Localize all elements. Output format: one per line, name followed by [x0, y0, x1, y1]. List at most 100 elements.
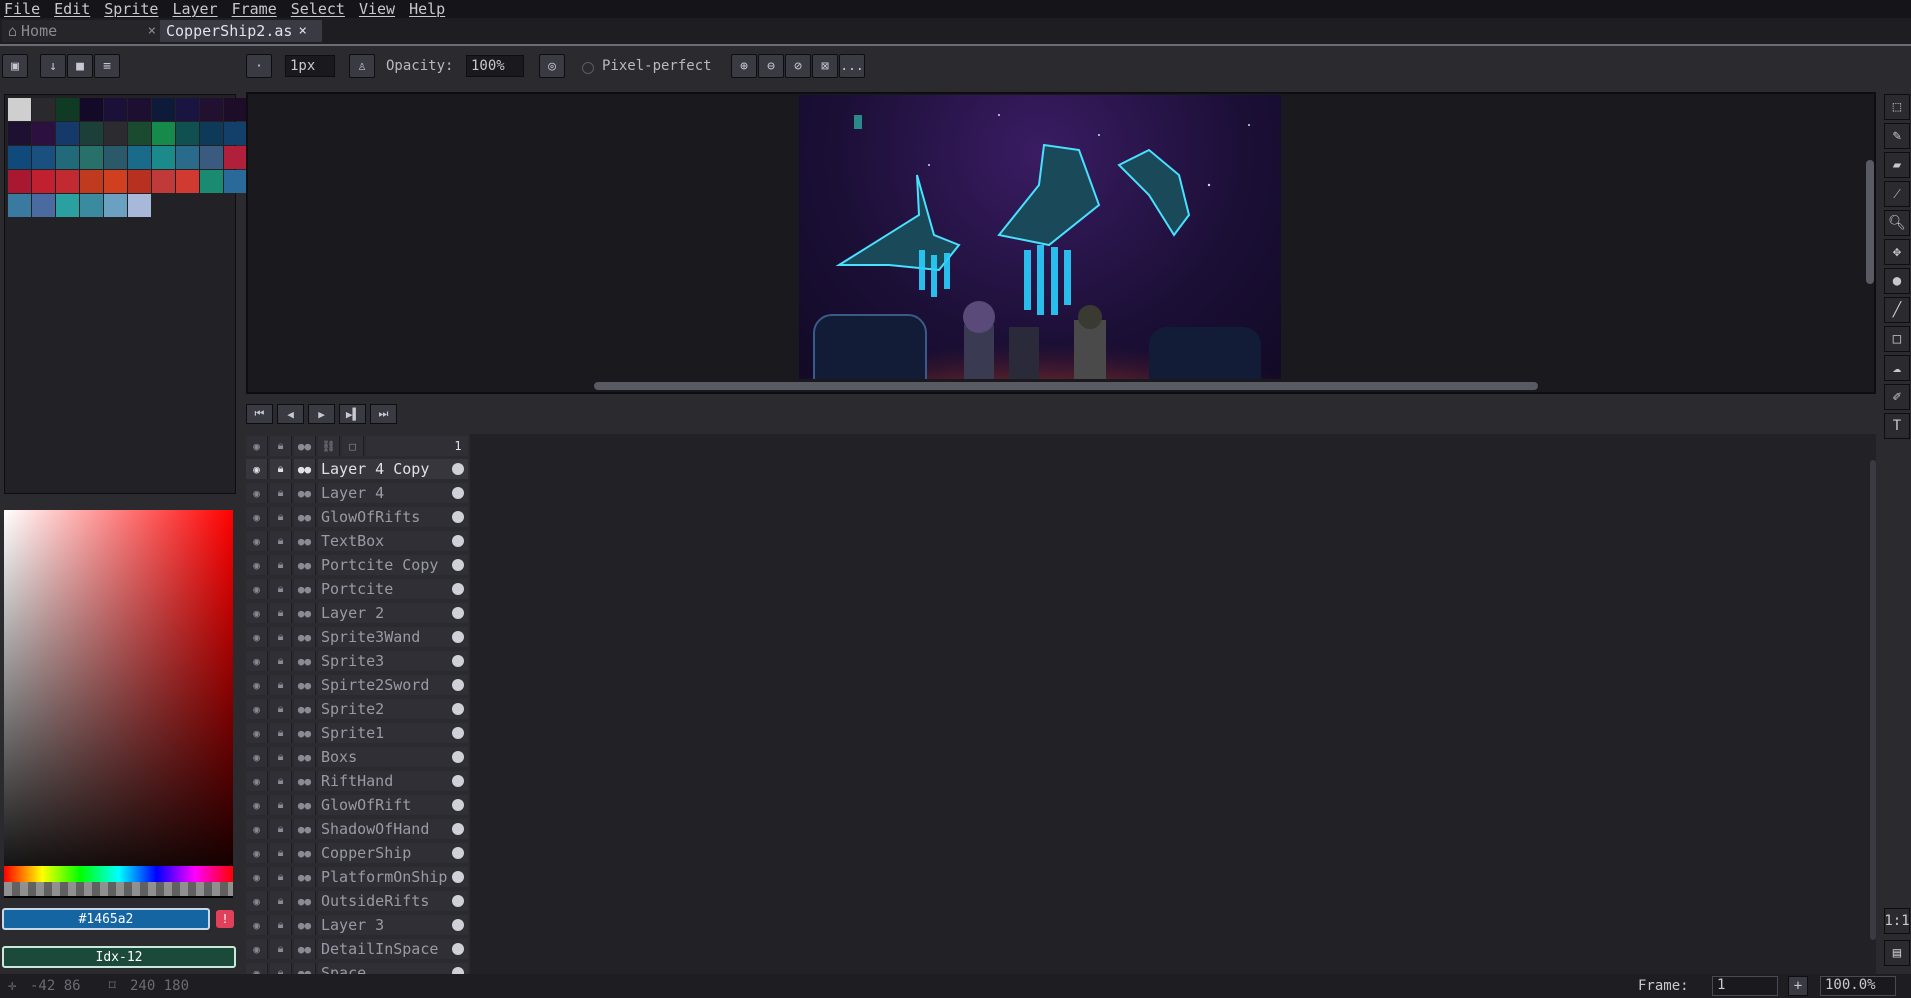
palette-swatch[interactable]: [224, 98, 247, 121]
eye-icon[interactable]: ◉: [246, 603, 268, 623]
eye-icon[interactable]: ◉: [246, 915, 268, 935]
eye-icon[interactable]: ◉: [246, 483, 268, 503]
lock-icon[interactable]: 🔒︎: [270, 699, 292, 719]
lock-icon[interactable]: 🔒︎: [270, 891, 292, 911]
cel[interactable]: [448, 771, 468, 791]
brush-size-field[interactable]: 1px: [285, 55, 335, 77]
cel[interactable]: [448, 555, 468, 575]
palette-swatch[interactable]: [32, 146, 55, 169]
menu-view[interactable]: View: [355, 0, 405, 18]
canvas-horizontal-scrollbar[interactable]: [594, 382, 1538, 390]
lock-icon[interactable]: 🔒︎: [270, 651, 292, 671]
cel[interactable]: [448, 483, 468, 503]
foreground-color-button[interactable]: #1465a2: [2, 908, 210, 930]
continuous-icon[interactable]: ●●: [294, 939, 316, 959]
layer-row[interactable]: ◉ 🔒︎ ●● Portcite Copy: [246, 554, 468, 576]
link-header-icon[interactable]: ⛓︎: [318, 436, 340, 456]
continuous-icon[interactable]: ●●: [294, 531, 316, 551]
palette-swatch[interactable]: [176, 170, 199, 193]
cel[interactable]: [448, 531, 468, 551]
layer-row[interactable]: ◉ 🔒︎ ●● Spirte2Sword: [246, 674, 468, 696]
pixel-perfect-checkbox[interactable]: [582, 62, 594, 74]
layer-name[interactable]: OutsideRifts: [318, 891, 468, 911]
layer-row[interactable]: ◉ 🔒︎ ●● DetailInSpace: [246, 938, 468, 960]
continuous-icon[interactable]: ●●: [294, 795, 316, 815]
layer-row[interactable]: ◉ 🔒︎ ●● GlowOfRifts: [246, 506, 468, 528]
cels-area[interactable]: [470, 434, 1876, 974]
last-frame-icon[interactable]: ⏭: [370, 404, 397, 424]
layer-name[interactable]: Layer 4 Copy: [318, 459, 468, 479]
cel[interactable]: [448, 675, 468, 695]
cel[interactable]: [448, 723, 468, 743]
palette-swatch[interactable]: [56, 170, 79, 193]
palette-swatch[interactable]: [56, 146, 79, 169]
cel[interactable]: [448, 747, 468, 767]
menu-layer[interactable]: Layer: [168, 0, 227, 18]
pencil-tool-icon[interactable]: ✎: [1884, 123, 1910, 149]
arrow-down-icon[interactable]: ↓: [40, 54, 66, 78]
layer-row[interactable]: ◉ 🔒︎ ●● Sprite3: [246, 650, 468, 672]
eye-icon[interactable]: ◉: [246, 675, 268, 695]
layer-name[interactable]: CopperShip: [318, 843, 468, 863]
symmetry-vertical-icon[interactable]: ⊕: [731, 54, 757, 78]
palette-swatch[interactable]: [8, 122, 31, 145]
palette-swatch[interactable]: [104, 170, 127, 193]
lock-icon[interactable]: 🔒︎: [270, 627, 292, 647]
eye-icon[interactable]: ◉: [246, 579, 268, 599]
palette-swatch[interactable]: [8, 170, 31, 193]
lock-icon[interactable]: 🔒︎: [270, 939, 292, 959]
layer-name[interactable]: Boxs: [318, 747, 468, 767]
palette-swatch[interactable]: [224, 146, 247, 169]
palette-swatch[interactable]: [56, 98, 79, 121]
palette-swatch[interactable]: [80, 98, 103, 121]
menu-icon[interactable]: ≡: [94, 54, 120, 78]
symmetry-diagonal-icon[interactable]: ⊘: [785, 54, 811, 78]
palette-swatch[interactable]: [80, 170, 103, 193]
blur-tool-icon[interactable]: ✐: [1884, 384, 1910, 410]
eye-icon[interactable]: ◉: [246, 891, 268, 911]
palette-swatch[interactable]: [128, 146, 151, 169]
lock-icon[interactable]: 🔒︎: [270, 723, 292, 743]
palette-swatch[interactable]: [200, 170, 223, 193]
palette-swatch[interactable]: [32, 98, 55, 121]
palette-swatch[interactable]: [152, 98, 175, 121]
lock-icon[interactable]: 🔒︎: [270, 555, 292, 575]
frame-header-1[interactable]: 1: [448, 436, 468, 456]
layer-name[interactable]: Portcite Copy: [318, 555, 468, 575]
warning-icon[interactable]: !: [216, 910, 234, 928]
rectangle-tool-icon[interactable]: □: [1884, 326, 1910, 352]
eye-icon[interactable]: ◉: [246, 843, 268, 863]
palette-swatch[interactable]: [200, 98, 223, 121]
layer-name[interactable]: Portcite: [318, 579, 468, 599]
lock-icon[interactable]: 🔒︎: [270, 603, 292, 623]
layer-name[interactable]: TextBox: [318, 531, 468, 551]
eye-icon[interactable]: ◉: [246, 699, 268, 719]
cel[interactable]: [448, 795, 468, 815]
eraser-tool-icon[interactable]: ▰: [1884, 152, 1910, 178]
continuous-icon[interactable]: ●●: [294, 507, 316, 527]
cel[interactable]: [448, 579, 468, 599]
continuous-icon[interactable]: ●●: [294, 555, 316, 575]
lock-icon[interactable]: 🔒︎: [270, 867, 292, 887]
eye-header-icon[interactable]: ◉: [246, 436, 268, 456]
close-icon[interactable]: ×: [298, 23, 306, 39]
canvas-vertical-scrollbar[interactable]: [1866, 160, 1874, 284]
layer-name[interactable]: Sprite3: [318, 651, 468, 671]
palette-swatch[interactable]: [80, 122, 103, 145]
eye-icon[interactable]: ◉: [246, 723, 268, 743]
close-icon[interactable]: ×: [148, 23, 156, 39]
eye-icon[interactable]: ◉: [246, 651, 268, 671]
continuous-icon[interactable]: ●●: [294, 675, 316, 695]
text-tool-icon[interactable]: T: [1884, 413, 1910, 439]
layer-row[interactable]: ◉ 🔒︎ ●● Sprite1: [246, 722, 468, 744]
menu-edit[interactable]: Edit: [50, 0, 100, 18]
eye-icon[interactable]: ◉: [246, 819, 268, 839]
eye-icon[interactable]: ◉: [246, 555, 268, 575]
eye-icon[interactable]: ◉: [246, 531, 268, 551]
cel[interactable]: [448, 915, 468, 935]
palette-swatch[interactable]: [104, 98, 127, 121]
layer-name[interactable]: Sprite2: [318, 699, 468, 719]
first-frame-icon[interactable]: ⏮: [246, 404, 273, 424]
palette-swatch[interactable]: [176, 122, 199, 145]
palette-swatch[interactable]: [128, 98, 151, 121]
